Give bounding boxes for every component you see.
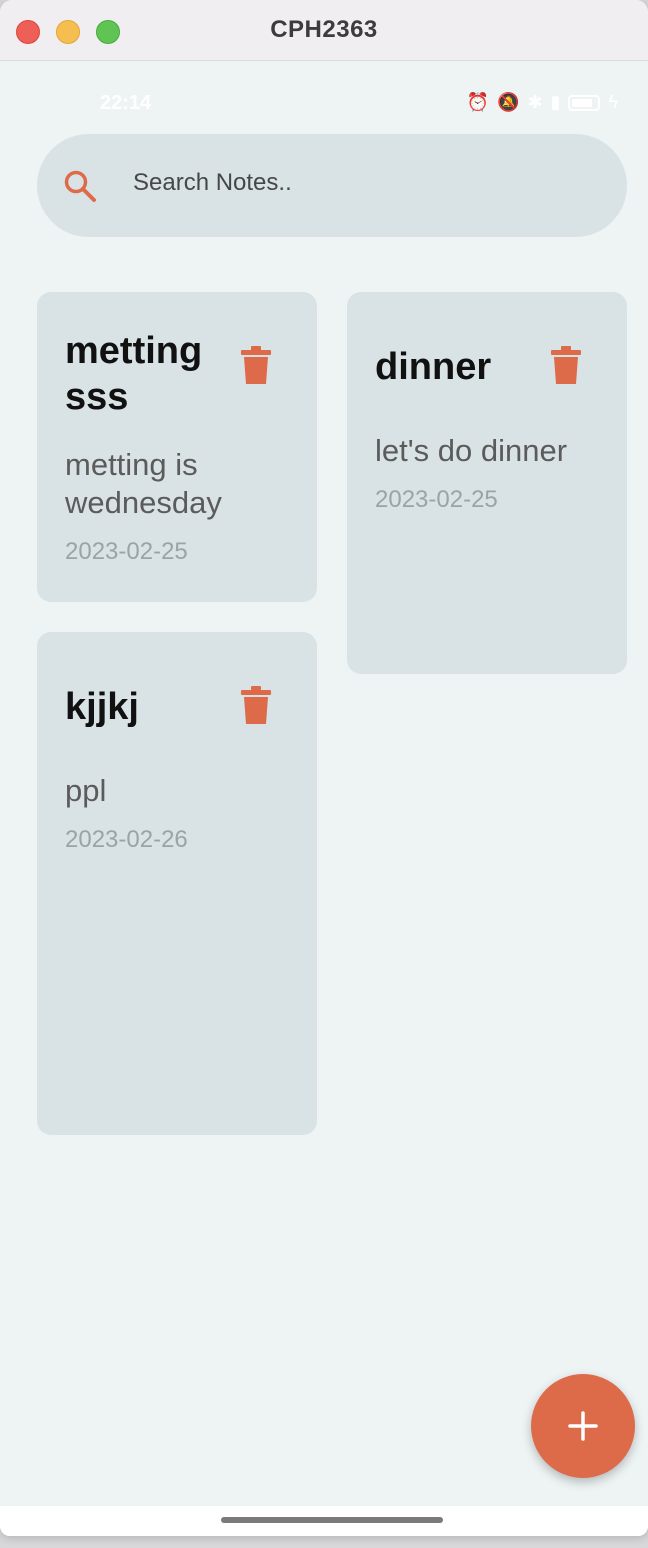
status-bar: 22:14 ⏰ 🔕 ✱ ▮ ϟ <box>0 88 648 120</box>
alarm-icon: ⏰ <box>466 92 490 112</box>
status-icons: ⏰ 🔕 ✱ ▮ ϟ <box>467 92 618 113</box>
note-title: kjjkj <box>65 686 139 728</box>
status-time: 22:14 <box>100 92 152 114</box>
signal-icon: ▮ <box>550 92 561 112</box>
search-input[interactable] <box>133 166 573 200</box>
home-indicator[interactable] <box>221 1517 443 1523</box>
note-card[interactable]: dinner let's do dinner 2023-02-25 <box>347 292 627 674</box>
mute-icon: 🔕 <box>497 92 520 112</box>
app-window: CPH2363 22:14 ⏰ 🔕 ✱ ▮ ϟ metting sss mett… <box>0 0 648 1536</box>
battery-icon <box>568 94 601 111</box>
note-title: metting sss <box>65 330 203 418</box>
add-note-button[interactable] <box>531 1374 635 1478</box>
note-title: dinner <box>375 346 492 388</box>
note-body: let's do dinner <box>375 433 568 468</box>
search-icon <box>64 170 96 202</box>
title-bar: CPH2363 <box>0 0 648 61</box>
plus-icon <box>568 1411 598 1441</box>
note-date: 2023-02-25 <box>65 538 188 565</box>
note-body: ppl <box>65 773 107 808</box>
navigation-bar <box>0 1506 648 1536</box>
trash-icon[interactable] <box>241 686 271 724</box>
bluetooth-icon: ✱ <box>527 92 543 112</box>
charging-icon: ϟ <box>608 92 618 112</box>
note-card[interactable]: metting sss metting is wednesday 2023-02… <box>37 292 317 602</box>
note-date: 2023-02-25 <box>375 486 498 513</box>
trash-icon[interactable] <box>551 346 581 384</box>
note-body: metting is wednesday <box>65 447 222 520</box>
note-date: 2023-02-26 <box>65 826 188 853</box>
note-card[interactable]: kjjkj ppl 2023-02-26 <box>37 632 317 1135</box>
trash-icon[interactable] <box>241 346 271 384</box>
window-title: CPH2363 <box>270 16 378 43</box>
